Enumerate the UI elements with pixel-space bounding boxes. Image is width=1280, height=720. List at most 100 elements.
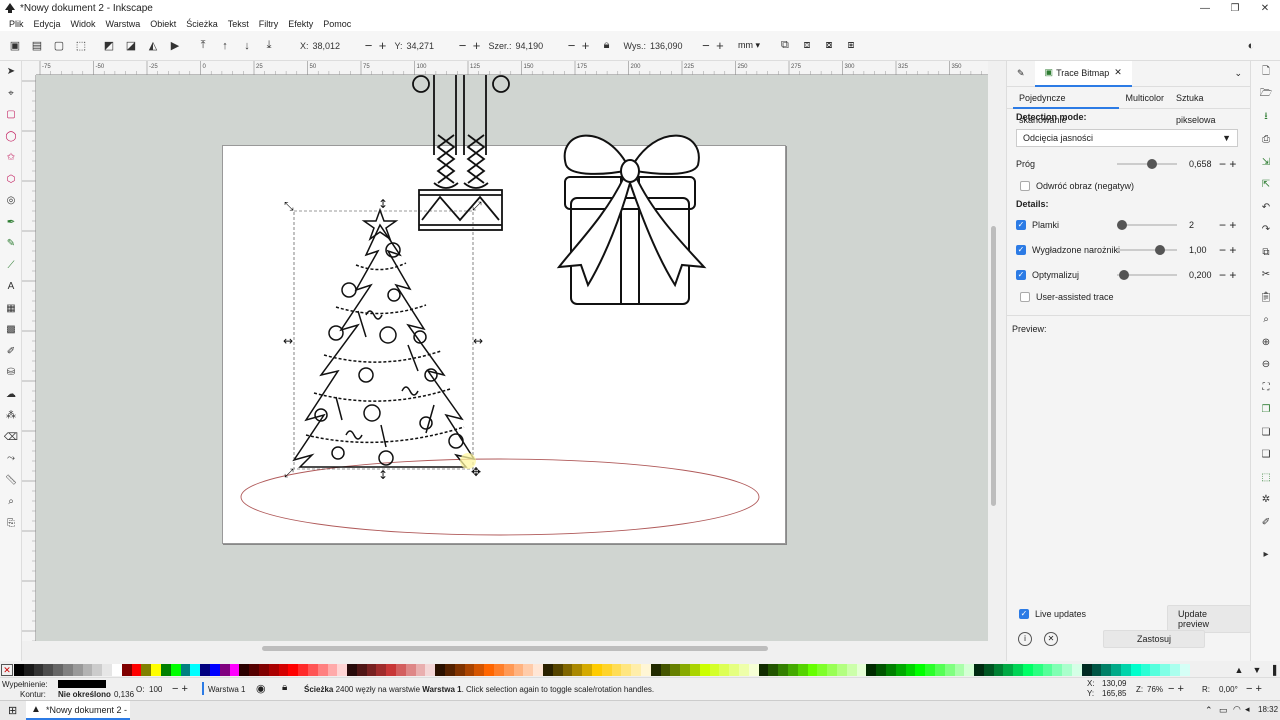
palette-swatch[interactable] xyxy=(141,664,152,676)
palette-swatch[interactable] xyxy=(396,664,406,676)
handle-bottom-center[interactable]: ↕ xyxy=(378,468,388,482)
palette-swatch[interactable] xyxy=(543,664,553,676)
import-icon[interactable]: ⇲ xyxy=(1251,151,1280,174)
y-input[interactable]: 34,271 xyxy=(407,38,455,54)
lock-icon[interactable]: 🔒︎ xyxy=(282,682,287,693)
dropper-tool-icon[interactable]: ✐ xyxy=(0,341,22,363)
undo-icon[interactable]: ↶ xyxy=(1251,196,1280,219)
zoom-stepper[interactable]: − + xyxy=(1168,683,1184,695)
palette-swatch[interactable] xyxy=(1072,664,1082,676)
palette-swatch[interactable] xyxy=(944,664,955,676)
gift-box-drawing[interactable] xyxy=(556,134,707,305)
mesh-tool-icon[interactable]: ▩ xyxy=(0,319,22,341)
palette-swatch[interactable] xyxy=(268,664,279,676)
palette-swatch[interactable] xyxy=(435,664,446,676)
maximize-button[interactable]: ❐ xyxy=(1220,3,1250,14)
palette-swatch[interactable] xyxy=(92,664,103,676)
palette-swatch[interactable] xyxy=(1130,664,1141,676)
deselect-icon[interactable]: ▢ xyxy=(48,35,70,57)
palette-swatch[interactable] xyxy=(533,664,544,676)
palette-swatch[interactable] xyxy=(445,664,455,676)
palette-swatch[interactable] xyxy=(680,664,690,676)
zoom-drawing-icon[interactable]: ⊕ xyxy=(1251,331,1280,354)
palette-swatch[interactable] xyxy=(611,664,622,676)
handle-top-left[interactable]: ⤡ xyxy=(284,199,294,213)
dock-menu-chevron-icon[interactable]: ⌄ xyxy=(1234,68,1242,79)
minimize-button[interactable]: — xyxy=(1190,3,1220,14)
palette-swatch[interactable] xyxy=(552,664,563,676)
palette-swatch[interactable] xyxy=(121,664,132,676)
palette-swatch[interactable] xyxy=(1062,664,1073,676)
menu-plik[interactable]: Plik xyxy=(4,19,29,29)
palette-swatch[interactable] xyxy=(454,664,465,676)
palette-swatch[interactable] xyxy=(1032,664,1043,676)
selector-tool-icon[interactable]: ➤ xyxy=(0,61,22,83)
height-input[interactable]: 136,090 xyxy=(650,38,698,54)
threshold-slider-knob[interactable] xyxy=(1147,159,1157,169)
palette-swatch[interactable] xyxy=(405,664,416,676)
palette-swatch[interactable] xyxy=(709,664,720,676)
menu-obiekt[interactable]: Obiekt xyxy=(145,19,181,29)
palette-swatch[interactable] xyxy=(111,664,122,676)
palette-swatch[interactable] xyxy=(1052,664,1063,676)
menu-sciezka[interactable]: Ścieżka xyxy=(181,19,223,29)
smooth-corners-slider[interactable] xyxy=(1117,245,1177,255)
connector-tool-icon[interactable]: ⤳ xyxy=(0,448,22,470)
zoom-tool-icon[interactable]: ⌕ xyxy=(0,491,22,513)
palette-swatch[interactable] xyxy=(846,664,857,676)
node-tool-icon[interactable]: ⌖ xyxy=(0,83,22,105)
handle-top-center[interactable]: ↕ xyxy=(378,197,388,211)
transform-patterns-icon[interactable]: ⧆ xyxy=(840,35,862,57)
y-decrement-button[interactable]: − xyxy=(457,38,469,53)
measure-tool-icon[interactable]: 📏︎ xyxy=(0,470,22,492)
palette-swatch[interactable] xyxy=(866,664,877,676)
taskbar-app-button[interactable]: ▲ *Nowy dokument 2 - ... xyxy=(26,701,130,720)
handle-bottom-left[interactable]: ⤢ xyxy=(283,466,294,480)
dock-tab-fill-stroke[interactable]: ✎ xyxy=(1007,61,1035,87)
height-increment-button[interactable]: + xyxy=(714,38,726,53)
redo-icon[interactable]: ↷ xyxy=(1251,219,1280,242)
smooth-corners-input[interactable]: 1,00 xyxy=(1189,245,1219,255)
more-commands-icon[interactable]: ▸ xyxy=(1251,544,1280,567)
apply-button[interactable]: Zastosuj xyxy=(1103,630,1205,648)
palette-swatch[interactable] xyxy=(72,664,83,676)
palette-swatch[interactable] xyxy=(1179,664,1190,676)
pages-tool-icon[interactable]: ⎘ xyxy=(0,513,22,535)
invert-checkbox[interactable] xyxy=(1020,181,1030,191)
palette-swatch[interactable] xyxy=(954,664,965,676)
palette-swatch[interactable] xyxy=(650,664,661,676)
eraser-tool-icon[interactable]: ⌫ xyxy=(0,427,22,449)
palette-swatch[interactable] xyxy=(758,664,769,676)
palette-up-icon[interactable]: ▲ xyxy=(1230,665,1248,675)
horizontal-scrollbar[interactable] xyxy=(262,646,768,651)
ellipse-tool-icon[interactable]: ◯ xyxy=(0,126,22,148)
palette-swatch[interactable] xyxy=(23,664,34,676)
close-window-button[interactable]: ✕ xyxy=(1250,3,1280,14)
speckles-input[interactable]: 2 xyxy=(1189,220,1219,230)
menu-filtry[interactable]: Filtry xyxy=(254,19,284,29)
zoom-page-icon[interactable]: ⊖ xyxy=(1251,354,1280,377)
palette-swatch[interactable] xyxy=(43,664,54,676)
handle-middle-right[interactable]: ↔ xyxy=(473,334,483,348)
palette-swatch[interactable] xyxy=(925,664,935,676)
palette-swatch[interactable] xyxy=(572,664,583,676)
palette-swatch[interactable] xyxy=(601,664,612,676)
palette-swatch[interactable] xyxy=(1091,664,1102,676)
palette-menu-icon[interactable]: ▐ xyxy=(1266,665,1280,675)
width-increment-button[interactable]: + xyxy=(580,38,592,53)
palette-swatch[interactable] xyxy=(239,664,250,676)
palette-swatch[interactable] xyxy=(180,664,191,676)
menu-warstwa[interactable]: Warstwa xyxy=(101,19,146,29)
handle-middle-left[interactable]: ↔ xyxy=(283,334,293,348)
palette-swatch[interactable] xyxy=(278,664,289,676)
dock-tab-trace-bitmap[interactable]: ▣ Trace Bitmap ✕ xyxy=(1034,60,1132,87)
christmas-tree-drawing[interactable] xyxy=(292,207,476,468)
palette-swatch[interactable] xyxy=(699,664,710,676)
duplicate-icon[interactable]: ❐ xyxy=(1251,399,1280,422)
rotate-cw-icon[interactable]: ◪ xyxy=(120,35,142,57)
palette-swatch[interactable] xyxy=(131,664,142,676)
speckles-checkbox[interactable]: ✓ xyxy=(1016,219,1026,230)
palette-swatch[interactable] xyxy=(905,664,916,676)
palette-swatch[interactable] xyxy=(337,664,348,676)
palette-swatch[interactable] xyxy=(347,664,357,676)
